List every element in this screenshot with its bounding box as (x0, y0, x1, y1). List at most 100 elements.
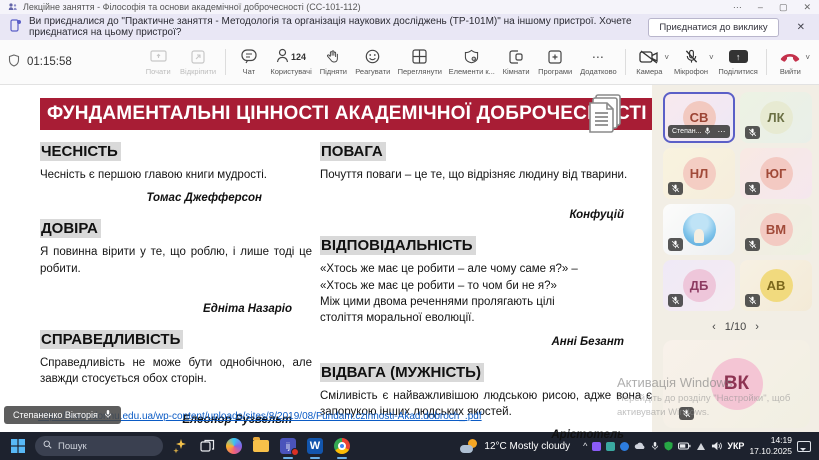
start-button[interactable] (8, 436, 28, 456)
window-close-button[interactable]: ✕ (803, 2, 811, 13)
section-heading: ВІДПОВІДАЛЬНІСТЬ (320, 236, 652, 256)
share-up-arrow-icon: ↑ (728, 50, 748, 63)
language-indicator[interactable]: УКР (727, 441, 744, 451)
participant-tile[interactable]: ВМ (740, 204, 812, 255)
pager-next-icon[interactable]: › (755, 321, 759, 333)
network-icon[interactable] (696, 442, 706, 451)
tray-app-icon[interactable] (606, 441, 616, 451)
share-label: Поділитися (718, 67, 758, 76)
taskbar-clock[interactable]: 14:19 17.10.2025 (749, 435, 792, 456)
chat-button[interactable]: Чат (231, 48, 267, 76)
battery-icon[interactable] (678, 442, 691, 450)
participant-tile-featured[interactable]: ВК (663, 340, 810, 428)
pager-prev-icon[interactable]: ‹ (712, 321, 716, 333)
share-start-button[interactable]: Почати (140, 48, 176, 76)
raise-hand-button[interactable]: Підняти (315, 48, 351, 76)
bluetooth-icon[interactable] (620, 441, 630, 451)
leave-chevron-icon[interactable]: ˅ (805, 53, 810, 62)
hangup-phone-icon (780, 48, 800, 65)
section-author: Арістотель (551, 429, 624, 442)
window-minimize-button[interactable]: – (758, 2, 763, 13)
camera-button[interactable]: Камера (631, 48, 667, 76)
meeting-stage: ФУНДАМЕНТАЛЬНІ ЦІННОСТІ АКАДЕМІЧНОЇ ДОБР… (0, 85, 819, 441)
taskbar-search[interactable]: Пошук (35, 436, 163, 456)
tray-app-icon[interactable] (592, 441, 602, 451)
avatar: НЛ (682, 157, 716, 190)
file-explorer-icon[interactable] (251, 436, 271, 456)
meeting-timer: 01:15:58 (8, 54, 140, 70)
join-call-button[interactable]: Приєднатися до виклику (648, 17, 779, 37)
avatar: ВМ (759, 213, 793, 246)
smiley-icon (365, 48, 380, 65)
window-title: Лекційне заняття - Філософія та основи а… (23, 2, 361, 12)
mic-muted-icon (745, 294, 760, 307)
slide-left-column: ЧЕСНІСТЬ Чесність є першою главою книги … (40, 142, 312, 426)
rooms-label: Кімнати (502, 67, 530, 76)
tiles-pager: ‹ 1/10 › (652, 321, 819, 333)
participants-button[interactable]: 124 Користувачі (267, 48, 315, 76)
presenter-mic-icon (104, 409, 112, 421)
section-author: Конфуцій (569, 209, 624, 222)
mic-button[interactable]: Мікрофон (670, 48, 712, 76)
section-author: Томас Джефферсон (146, 192, 262, 205)
meeting-elements-button[interactable]: Елементи к... (445, 48, 498, 76)
apps-plus-icon (548, 48, 562, 65)
section-quote: Чесність є першою главою книги мудрості. (40, 169, 267, 181)
participant-tile[interactable]: НЛ (663, 148, 735, 199)
leave-button[interactable]: Вийти (772, 48, 808, 76)
mic-chevron-icon[interactable]: ˅ (709, 53, 714, 62)
teams-app-icon (8, 3, 17, 11)
device-join-banner: Ви приєдналися до "Практичне заняття - М… (0, 14, 819, 40)
volume-icon[interactable] (711, 441, 723, 451)
word-taskbar-icon[interactable]: W (305, 436, 325, 459)
unpin-button[interactable]: Відкріпити (176, 48, 220, 76)
copilot-app-icon[interactable] (224, 436, 244, 456)
view-label: Переглянути (397, 67, 442, 76)
weather-icon (460, 439, 478, 453)
onedrive-icon[interactable] (634, 442, 646, 450)
teams-taskbar-icon[interactable]: ij (278, 436, 299, 459)
view-button[interactable]: Переглянути (394, 48, 445, 76)
banner-text: Ви приєдналися до "Практичне заняття - М… (29, 16, 632, 38)
apps-button[interactable]: Програми (534, 48, 576, 76)
meeting-toolbar: 01:15:58 Почати Відкріпити Чат 124 Корис… (0, 40, 819, 85)
task-view-icon[interactable] (197, 436, 217, 456)
participants-sidebar: СВ Степан... ⋯ ЛК НЛ ЮГ ВМ ДБ АВ ‹ 1/10 … (652, 85, 819, 432)
participant-tile[interactable]: ЛК (740, 92, 812, 143)
participant-tile[interactable] (663, 204, 735, 255)
share-button[interactable]: ↑ Поділитися (715, 48, 762, 76)
participant-tile-active[interactable]: СВ Степан... ⋯ (663, 92, 735, 143)
clock-date: 17.10.2025 (749, 446, 792, 456)
participant-tile[interactable]: ДБ (663, 260, 735, 311)
window-maximize-button[interactable]: ▢ (779, 2, 788, 13)
documents-stack-icon (586, 91, 632, 142)
avatar: ЮГ (759, 157, 793, 190)
section-heading: ВІДВАГА (МУЖНІСТЬ) (320, 362, 652, 382)
chrome-taskbar-icon[interactable] (332, 436, 352, 459)
notification-center-icon[interactable] (797, 440, 811, 452)
shared-slide: ФУНДАМЕНТАЛЬНІ ЦІННОСТІ АКАДЕМІЧНОЇ ДОБР… (0, 85, 654, 441)
banner-close-icon[interactable]: ✕ (797, 22, 805, 33)
participant-tile[interactable]: ЮГ (740, 148, 812, 199)
toolbar-divider (625, 49, 627, 75)
weather-text: 12°C Mostly cloudy (484, 440, 571, 452)
device-icon (10, 19, 21, 35)
more-options-button[interactable]: ⋯ Додатково (576, 48, 620, 77)
camera-chevron-icon[interactable]: ˅ (664, 53, 669, 62)
clock-time: 14:19 (770, 435, 792, 446)
window-more-button[interactable]: ⋯ (733, 2, 742, 13)
rooms-button[interactable]: Кімнати (498, 48, 534, 76)
tile-more-icon[interactable]: ⋯ (718, 127, 727, 136)
avatar: ДБ (682, 269, 716, 302)
mic-muted-icon (745, 238, 760, 251)
security-shield-icon[interactable] (664, 441, 673, 451)
copilot-sparkle-icon[interactable] (170, 436, 190, 456)
tray-chevron-icon[interactable]: ^ (583, 441, 587, 451)
avatar: АВ (759, 269, 793, 302)
shield-icon (8, 54, 20, 70)
react-button[interactable]: Реагувати (351, 48, 394, 76)
participant-tile[interactable]: АВ (740, 260, 812, 311)
tray-mic-icon[interactable] (651, 441, 659, 451)
meeting-elements-label: Елементи к... (448, 67, 495, 76)
grid-view-icon (412, 48, 427, 65)
